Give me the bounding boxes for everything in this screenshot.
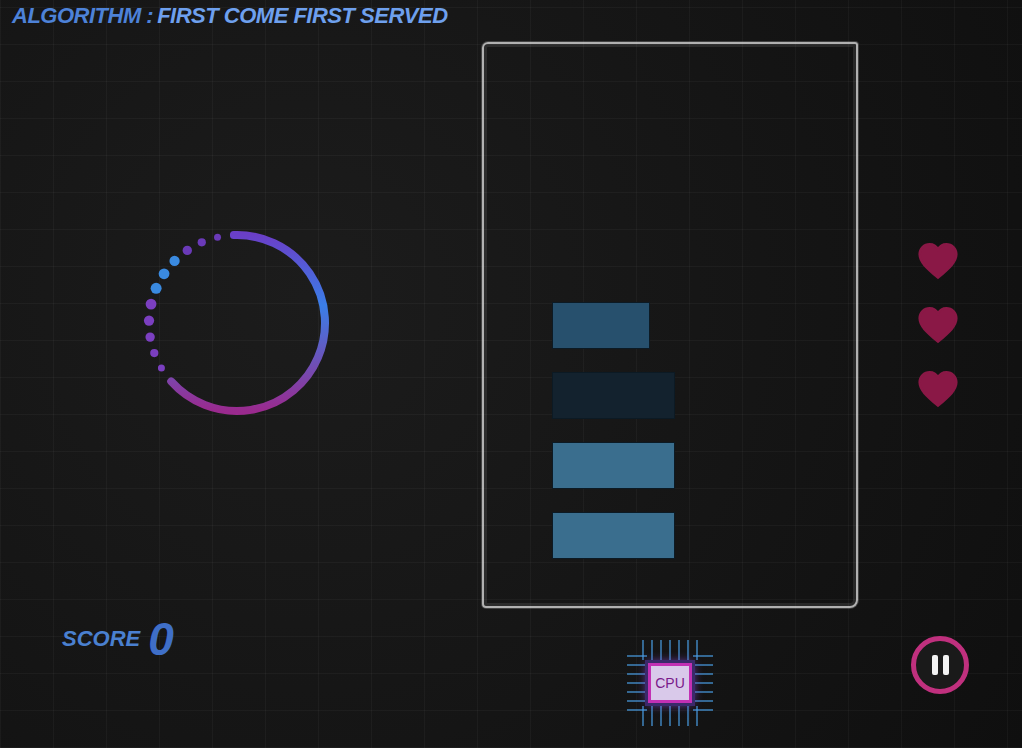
lives-area xyxy=(858,42,1022,608)
timer-area xyxy=(0,42,482,608)
heart-icon xyxy=(918,370,958,408)
process-block[interactable] xyxy=(552,442,675,489)
pause-bar-icon xyxy=(932,655,938,675)
timer-ring xyxy=(137,223,337,423)
timer-dot xyxy=(169,256,179,266)
timer-dot xyxy=(158,365,165,372)
process-queue xyxy=(482,42,858,608)
process-block[interactable] xyxy=(552,512,675,559)
timer-dot xyxy=(145,332,154,341)
game-screen: ALGORITHM :FIRST COME FIRST SERVED SCORE 0… xyxy=(0,0,1022,748)
pause-button[interactable] xyxy=(911,636,969,694)
timer-dot xyxy=(150,349,158,357)
heart-icon xyxy=(918,242,958,280)
timer-dot xyxy=(144,315,154,325)
process-block[interactable] xyxy=(552,372,675,419)
score-label: SCORE xyxy=(62,626,140,652)
heart-icon xyxy=(918,306,958,344)
queue-area xyxy=(482,42,858,608)
score-value: 0 xyxy=(148,612,174,666)
cpu-chip[interactable]: CPU xyxy=(625,638,715,728)
timer-dot xyxy=(214,234,221,241)
title-label: ALGORITHM : xyxy=(12,3,153,29)
cpu-area: CPU xyxy=(482,608,858,748)
algorithm-title: ALGORITHM :FIRST COME FIRST SERVED xyxy=(0,0,1022,42)
timer-dot xyxy=(151,283,162,294)
timer-dot xyxy=(198,238,206,246)
score: SCORE 0 xyxy=(0,608,174,666)
pause-area xyxy=(858,608,1022,748)
timer-dot xyxy=(146,299,157,310)
title-value: FIRST COME FIRST SERVED xyxy=(157,3,447,29)
score-area: SCORE 0 xyxy=(0,608,482,748)
timer-dot xyxy=(183,246,192,255)
pause-bar-icon xyxy=(943,655,949,675)
cpu-label: CPU xyxy=(648,663,692,703)
lives xyxy=(918,242,962,408)
process-block[interactable] xyxy=(552,302,650,349)
timer-dot xyxy=(159,268,170,279)
